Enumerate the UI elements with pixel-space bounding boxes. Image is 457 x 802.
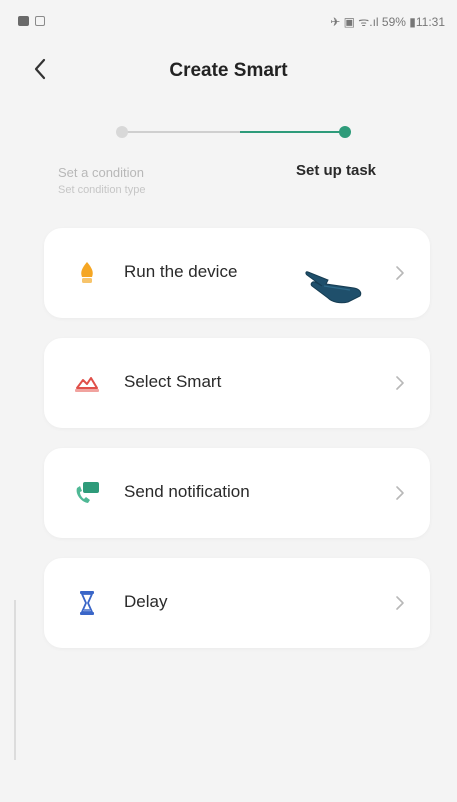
task-send-notification-card[interactable]: Send notification: [44, 448, 430, 538]
step-2-indicator: [339, 126, 351, 138]
progress-stepper: Set a condition Set condition type Set u…: [0, 118, 457, 228]
hourglass-icon: [72, 588, 102, 618]
task-select-smart-card[interactable]: Select Smart: [44, 338, 430, 428]
smart-scene-icon: [72, 368, 102, 398]
step-2-label: Set up task: [296, 162, 377, 179]
status-bar-left: [18, 16, 45, 26]
step-1-indicator: [116, 126, 128, 138]
notification-icon: [72, 478, 102, 508]
scroll-edge-indicator: [14, 600, 16, 760]
task-delay-card[interactable]: Delay: [44, 558, 430, 648]
task-label: Run the device: [124, 262, 238, 281]
task-run-device-card[interactable]: Run the device: [44, 228, 430, 318]
folder-icon: [18, 16, 29, 26]
step-connector-active: [240, 131, 344, 133]
task-label: Send notification: [124, 482, 250, 501]
status-bar-right: ✈ ▣ ᯤ.ıl 59% ▮11:31: [330, 15, 445, 29]
page-title: Create Smart: [169, 60, 288, 81]
pointing-hand-icon: [304, 262, 366, 306]
task-label: Select Smart: [124, 372, 222, 391]
step-connector-inactive: [122, 131, 240, 133]
chevron-right-icon: [392, 262, 408, 284]
screenshot-icon: [35, 16, 45, 26]
chevron-right-icon: [392, 592, 408, 614]
step-1-label: Set a condition: [58, 165, 145, 180]
task-label: Delay: [124, 592, 168, 611]
chevron-right-icon: [392, 372, 408, 394]
step-1-sublabel: Set condition type: [58, 184, 146, 196]
create-smart-screen: ✈ ▣ ᯤ.ıl 59% ▮11:31 Create Smart Set a c…: [0, 0, 457, 802]
device-icon: [72, 258, 102, 288]
status-bar: ✈ ▣ ᯤ.ıl 59% ▮11:31: [0, 0, 457, 44]
chevron-right-icon: [392, 482, 408, 504]
